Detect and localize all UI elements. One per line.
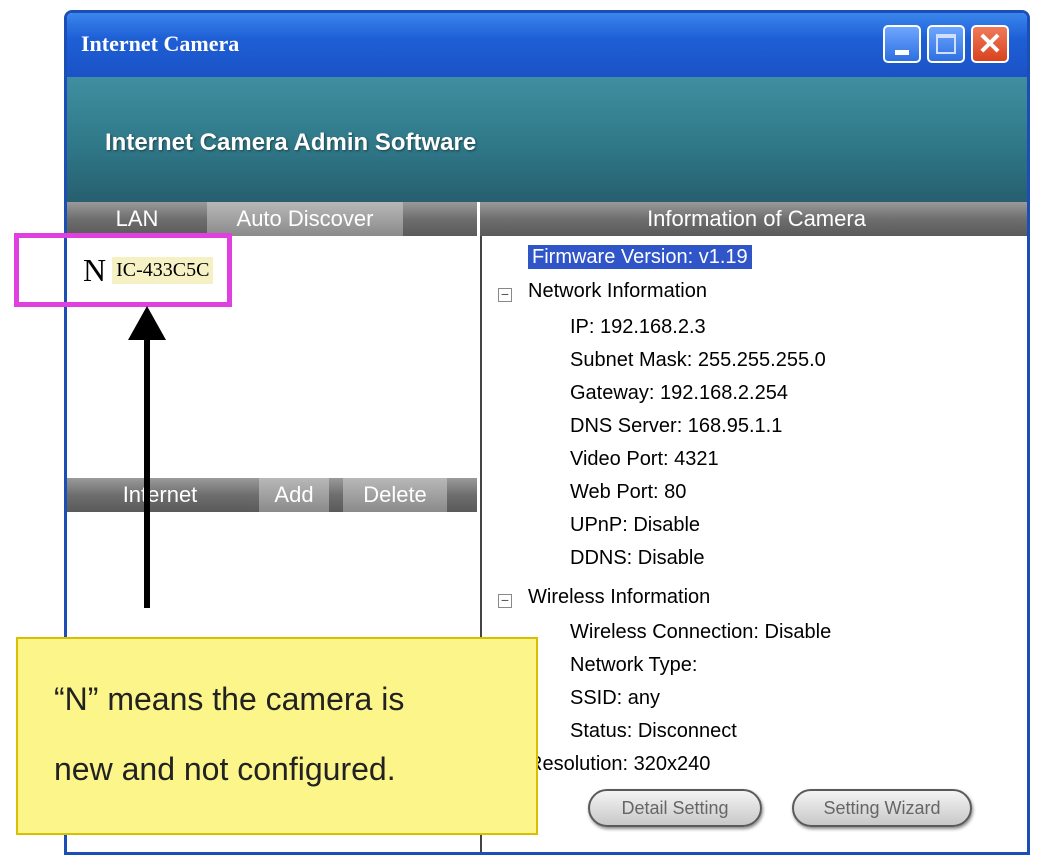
wireless-information-node[interactable]: Wireless Information <box>528 586 710 609</box>
maximize-icon <box>936 34 956 54</box>
resolution: Resolution: 320x240 <box>528 753 711 775</box>
network-video-port: Video Port: 4321 <box>570 448 719 470</box>
network-subnet-mask: Subnet Mask: 255.255.255.0 <box>570 349 826 371</box>
auto-discover-button[interactable]: Auto Discover <box>207 202 403 236</box>
collapse-wireless-icon[interactable]: − <box>498 593 512 608</box>
add-button[interactable]: Add <box>259 478 329 512</box>
network-gateway: Gateway: 192.168.2.254 <box>570 382 788 404</box>
minimize-icon <box>895 49 909 55</box>
setting-wizard-button[interactable]: Setting Wizard <box>792 789 972 827</box>
network-web-port: Web Port: 80 <box>570 481 687 503</box>
network-ddns: DDNS: Disable <box>570 547 705 569</box>
close-icon: ✕ <box>977 27 1003 61</box>
wireless-network-type: Network Type: <box>570 654 698 676</box>
info-bar-title: Information of Camera <box>647 206 866 231</box>
internet-bar: Internet Add Delete <box>67 478 477 512</box>
callout-line-1: “N” means the camera is <box>54 681 405 717</box>
network-ip: IP: 192.168.2.3 <box>570 316 706 338</box>
callout-note: “N” means the camera is new and not conf… <box>16 637 538 835</box>
close-button[interactable]: ✕ <box>971 25 1009 63</box>
window-title: Internet Camera <box>81 31 240 56</box>
arrow-up-icon <box>128 306 166 340</box>
lan-bar: LAN Auto Discover <box>67 202 477 236</box>
callout-line-2: new and not configured. <box>54 751 396 787</box>
camera-info-tree: Firmware Version: v1.19 − Network Inform… <box>480 236 1027 852</box>
maximize-button[interactable] <box>927 25 965 63</box>
arrow-shaft <box>144 336 150 608</box>
title-bar[interactable]: Internet Camera ✕ <box>67 13 1027 77</box>
minimize-button[interactable] <box>883 25 921 63</box>
delete-button[interactable]: Delete <box>343 478 447 512</box>
internet-label: Internet <box>122 482 198 507</box>
app-banner: Internet Camera Admin Software <box>67 77 1027 202</box>
highlight-box <box>14 233 232 307</box>
info-bar: Information of Camera <box>480 202 1027 236</box>
tab-lan[interactable]: LAN <box>97 202 177 236</box>
firmware-version[interactable]: Firmware Version: v1.19 <box>528 245 752 269</box>
firmware-version-text: Firmware Version: v1.19 <box>528 245 752 269</box>
collapse-network-icon[interactable]: − <box>498 287 512 302</box>
network-upnp: UPnP: Disable <box>570 514 701 536</box>
wireless-status: Status: Disconnect <box>570 720 737 742</box>
network-dns-server: DNS Server: 168.95.1.1 <box>570 415 783 437</box>
detail-setting-button[interactable]: Detail Setting <box>588 789 762 827</box>
banner-title: Internet Camera Admin Software <box>105 129 477 156</box>
network-information-node[interactable]: Network Information <box>528 280 707 303</box>
wireless-ssid: SSID: any <box>570 687 661 709</box>
wireless-connection: Wireless Connection: Disable <box>570 621 832 643</box>
